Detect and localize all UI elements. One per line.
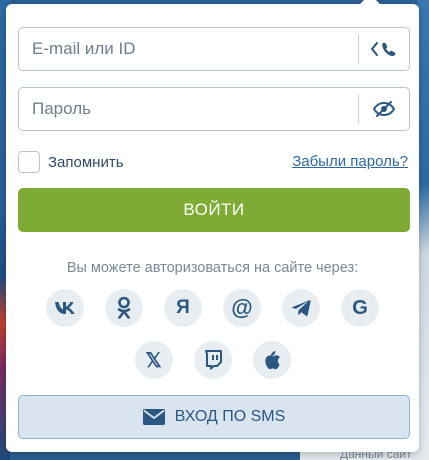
remember-checkbox[interactable] xyxy=(18,151,40,173)
yandex-login-button[interactable]: Я xyxy=(164,289,202,327)
google-login-button[interactable]: G xyxy=(341,289,379,327)
odnoklassniki-icon xyxy=(117,296,131,319)
sms-login-label: ВХОД ПО SMS xyxy=(174,408,286,425)
phone-switch-icon xyxy=(371,42,396,57)
vk-icon xyxy=(55,302,75,314)
envelope-icon xyxy=(142,409,165,425)
apple-icon xyxy=(264,350,280,369)
remember-me[interactable]: Запомнить xyxy=(18,151,124,173)
google-icon: G xyxy=(352,296,368,319)
toggle-password-visibility-button[interactable] xyxy=(359,88,409,130)
eye-off-icon xyxy=(373,101,395,117)
telegram-login-button[interactable] xyxy=(282,289,320,327)
password-field xyxy=(18,87,410,131)
yandex-icon: Я xyxy=(176,297,190,318)
apple-login-button[interactable] xyxy=(252,341,291,379)
x-icon: 𝕏 xyxy=(145,349,162,372)
email-input[interactable] xyxy=(19,28,358,70)
vk-login-button[interactable] xyxy=(46,289,84,327)
remember-label: Запомнить xyxy=(48,153,124,171)
x-login-button[interactable]: 𝕏 xyxy=(134,341,173,379)
twitch-icon xyxy=(204,350,222,370)
email-field xyxy=(18,27,410,71)
password-input[interactable] xyxy=(19,88,358,130)
odnoklassniki-login-button[interactable] xyxy=(105,289,143,327)
popup-arrow xyxy=(360,0,380,14)
forgot-password-link[interactable]: Забыли пароль? xyxy=(292,153,408,170)
login-button[interactable]: ВОЙТИ xyxy=(18,188,410,232)
login-popup: Запомнить Забыли пароль? ВОЙТИ Вы можете… xyxy=(6,0,419,452)
social-login-caption: Вы можете авторизоваться на сайте через: xyxy=(66,260,359,276)
social-row-1: Я @ G xyxy=(6,289,419,327)
sms-login-button[interactable]: ВХОД ПО SMS xyxy=(18,395,410,439)
twitch-login-button[interactable] xyxy=(193,341,232,379)
switch-to-phone-button[interactable] xyxy=(359,28,409,70)
telegram-icon xyxy=(291,300,311,317)
social-row-2: 𝕏 xyxy=(6,341,419,379)
mail-ru-icon: @ xyxy=(231,295,253,320)
mail-ru-login-button[interactable]: @ xyxy=(223,289,261,327)
